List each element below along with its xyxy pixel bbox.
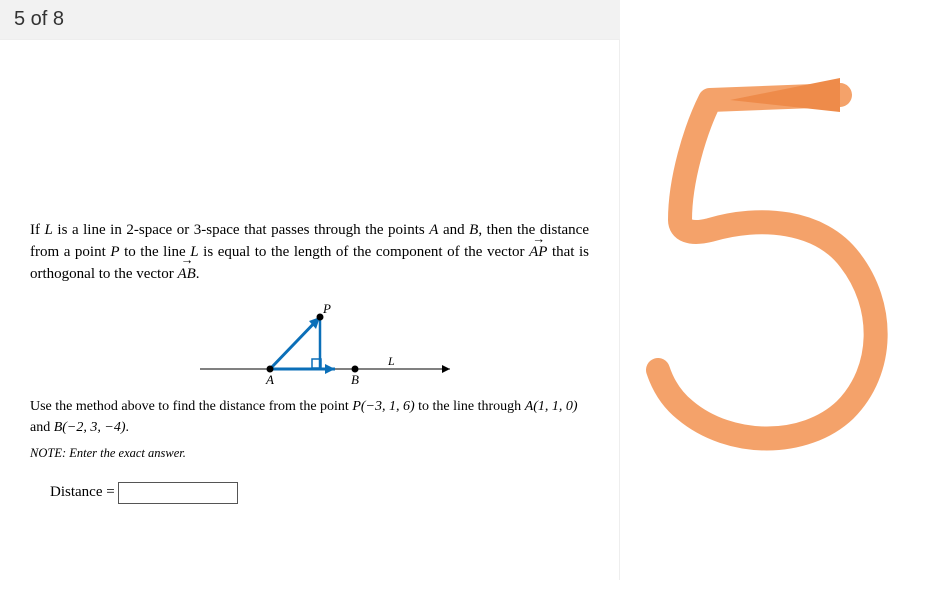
text: to the line through [415, 399, 525, 414]
text: is equal to the length of the component … [199, 244, 529, 260]
distance-input[interactable] [118, 482, 238, 504]
vector-AP: AP [529, 242, 547, 264]
var-B: B [469, 222, 478, 238]
question-box: If L is a line in 2-space or 3-space tha… [30, 220, 589, 504]
point-P: P(−3, 1, 6) [352, 399, 414, 414]
answer-label: Distance = [50, 484, 118, 500]
var-P: P [110, 244, 119, 260]
text: is a line in 2-space or 3-space that pas… [53, 222, 429, 238]
diagram-label-L: L [387, 354, 395, 368]
vector-AB: AB [177, 264, 195, 286]
text: and [438, 222, 469, 238]
instruction-paragraph: If L is a line in 2-space or 3-space tha… [30, 220, 589, 285]
point-A: A(1, 1, 0) [525, 399, 578, 414]
text: . [196, 266, 200, 282]
handwritten-annotation-5 [640, 70, 920, 470]
content-area: If L is a line in 2-space or 3-space tha… [0, 40, 620, 580]
note-text: NOTE: Enter the exact answer. [30, 444, 589, 462]
geometry-diagram: A B P L [150, 299, 470, 389]
point-B: B(−2, 3, −4) [54, 420, 126, 435]
progress-text: 5 of 8 [14, 8, 64, 30]
text: . [126, 420, 130, 435]
diagram-label-P: P [322, 301, 331, 316]
answer-row: Distance = [50, 482, 589, 504]
text: Use the method above to find the distanc… [30, 399, 352, 414]
text: and [30, 420, 54, 435]
text: If [30, 222, 45, 238]
diagram-label-B: B [351, 372, 359, 387]
var-L: L [45, 222, 53, 238]
diagram-label-A: A [265, 372, 274, 387]
problem-statement: Use the method above to find the distanc… [30, 397, 589, 438]
progress-header: 5 of 8 [0, 0, 620, 40]
